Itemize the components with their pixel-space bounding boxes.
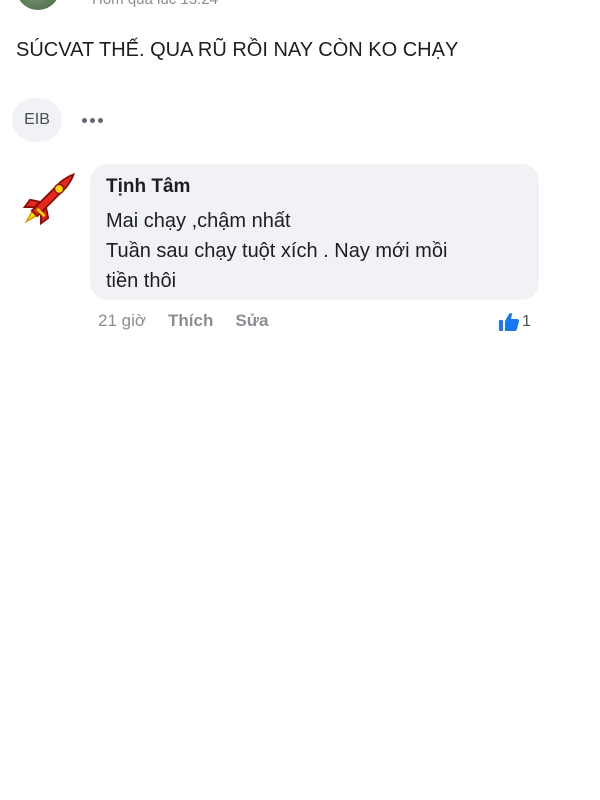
like-button[interactable]: Thích	[168, 311, 213, 331]
eib-chip-button[interactable]: EIB	[12, 98, 62, 142]
commenter-avatar[interactable]	[18, 166, 82, 230]
thumbs-up-icon	[499, 313, 519, 331]
comment-author[interactable]: Tịnh Tâm	[106, 174, 523, 200]
comment-line: Tuần sau chạy tuột xích . Nay mới mồi	[106, 240, 448, 262]
comment-line: Mai chạy ,chậm nhất	[106, 210, 291, 232]
edit-button[interactable]: Sửa	[235, 311, 268, 331]
comment-time: 21 giờ	[98, 311, 147, 330]
post-timestamp: Hôm qua lúc 13:24	[92, 0, 218, 8]
reaction-count: 1	[522, 313, 531, 330]
post-actions: EIB	[12, 98, 103, 142]
rocket-icon	[22, 173, 75, 226]
post-text: SÚCVAT THẾ. QUA RŨ RỒI NAY CÒN KO CHẠY	[16, 39, 459, 61]
comment-bubble[interactable]: Tịnh Tâm Mai chạy ,chậm nhất Tuần sau ch…	[90, 164, 539, 300]
reaction-summary[interactable]: 1	[498, 311, 531, 333]
comment-line: tiền thôi	[106, 270, 177, 292]
comment-meta: 21 giờ Thích Sửa	[98, 308, 290, 334]
more-dots-icon[interactable]	[82, 98, 103, 142]
comment-body: Mai chạy ,chậm nhất Tuần sau chạy tuột x…	[106, 206, 523, 296]
poster-avatar[interactable]	[16, 0, 60, 10]
comment-thread-screen: Hôm qua lúc 13:24 SÚCVAT THẾ. QUA RŨ RỒI…	[0, 0, 600, 800]
